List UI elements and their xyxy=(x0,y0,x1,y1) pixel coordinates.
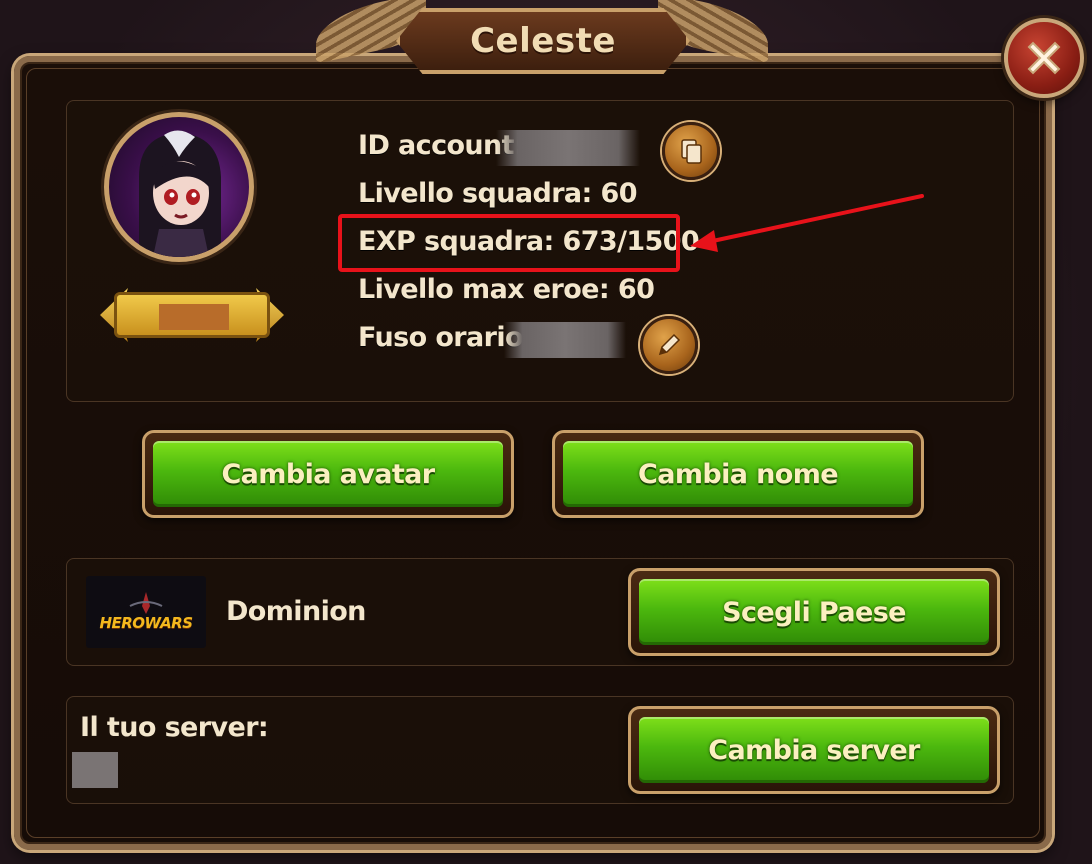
change-avatar-label: Cambia avatar xyxy=(221,458,435,490)
copy-id-button[interactable] xyxy=(662,122,720,180)
close-button[interactable] xyxy=(1004,18,1084,98)
avatar-portrait xyxy=(139,130,221,257)
change-server-label: Cambia server xyxy=(708,734,920,766)
max-hero-level-label: Livello max eroe: 60 xyxy=(358,274,655,305)
edit-timezone-button[interactable] xyxy=(640,316,698,374)
dialog-title: Celeste xyxy=(470,21,616,61)
change-server-button[interactable]: Cambia server xyxy=(628,706,1000,794)
change-server-button-face: Cambia server xyxy=(639,717,989,783)
pencil-icon xyxy=(658,333,681,356)
change-name-button-face: Cambia nome xyxy=(563,441,913,507)
title-plate: Celeste xyxy=(396,8,690,74)
change-name-button[interactable]: Cambia nome xyxy=(552,430,924,518)
choose-country-button-face: Scegli Paese xyxy=(639,579,989,645)
logo-text: HEROWARS xyxy=(99,614,193,632)
server-label: Il tuo server: xyxy=(80,712,269,743)
change-avatar-button-face: Cambia avatar xyxy=(153,441,503,507)
close-x-icon xyxy=(1027,41,1061,75)
player-title-badge xyxy=(100,288,284,342)
change-name-label: Cambia nome xyxy=(638,458,839,490)
logo-emblem-icon xyxy=(129,592,163,614)
profile-dialog-screen: Celeste ID account: Livello squadra: 60 … xyxy=(0,0,1092,864)
hero-wars-logo: HEROWARS xyxy=(86,576,206,648)
team-exp-highlight-box xyxy=(338,214,680,272)
badge-body xyxy=(114,292,270,338)
player-avatar[interactable] xyxy=(104,112,254,262)
badge-name-redacted xyxy=(159,304,229,330)
copy-icon xyxy=(681,139,702,164)
change-avatar-button[interactable]: Cambia avatar xyxy=(142,430,514,518)
account-id-redacted xyxy=(496,130,640,166)
country-name: Dominion xyxy=(226,596,366,627)
team-level-label: Livello squadra: 60 xyxy=(358,178,638,209)
choose-country-button[interactable]: Scegli Paese xyxy=(628,568,1000,656)
highlight-arrow-icon xyxy=(690,194,924,252)
timezone-redacted xyxy=(504,322,626,358)
choose-country-label: Scegli Paese xyxy=(722,596,906,628)
server-name-redacted xyxy=(72,752,118,788)
